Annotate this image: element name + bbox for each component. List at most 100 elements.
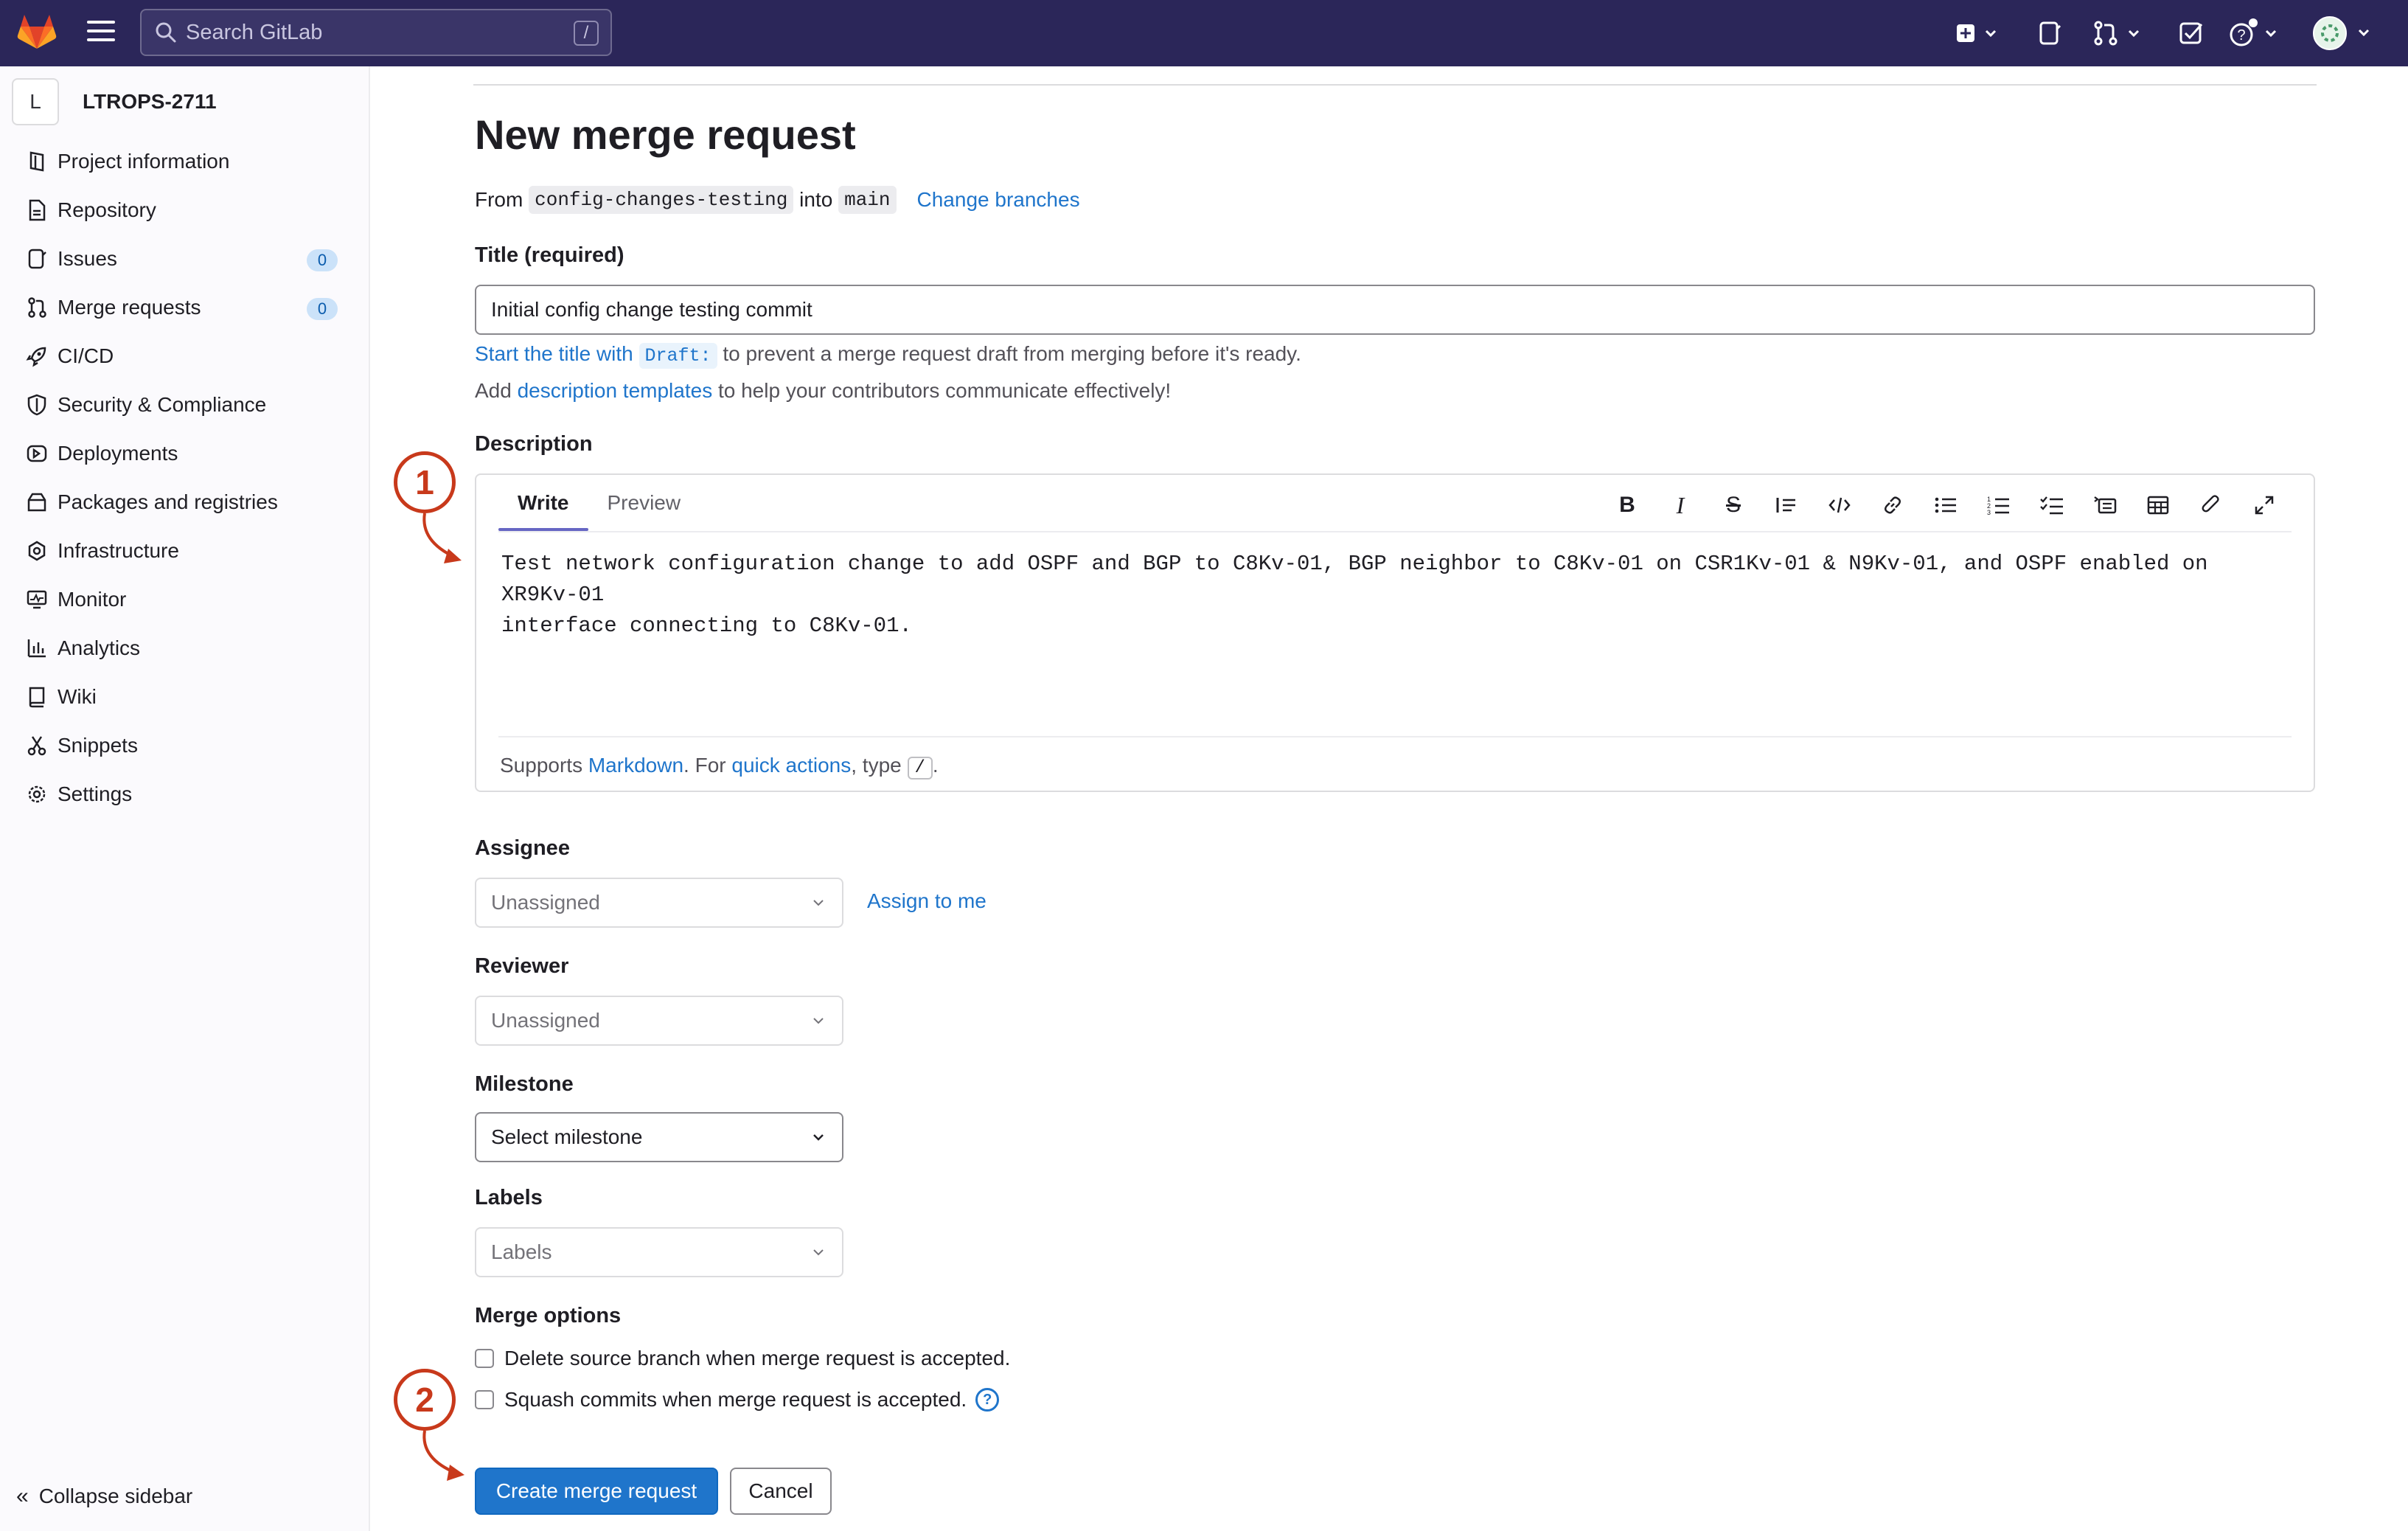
milestone-value: Select milestone	[491, 1125, 643, 1148]
link-icon[interactable]	[1879, 491, 1907, 519]
deployments-icon	[25, 442, 49, 465]
svg-text:3: 3	[1987, 509, 1991, 515]
sidebar-item-project-information[interactable]: Project information	[0, 137, 369, 186]
avatar	[2313, 16, 2370, 50]
assignee-dropdown[interactable]: Unassigned	[475, 878, 843, 928]
sidebar-item-deployments[interactable]: Deployments	[0, 429, 369, 478]
quote-icon[interactable]	[1772, 491, 1800, 519]
table-icon[interactable]	[2144, 491, 2172, 519]
sidebar-item-infrastructure[interactable]: Infrastructure	[0, 527, 369, 575]
source-branch: config-changes-testing	[529, 186, 794, 214]
sidebar-item-label: Repository	[58, 198, 156, 221]
help-icon: ?	[2230, 18, 2277, 46]
quick-actions-link[interactable]: quick actions	[731, 754, 851, 777]
user-avatar-dropdown[interactable]	[2312, 16, 2379, 50]
sidebar-item-label: Issues	[58, 247, 117, 270]
gear-icon	[25, 782, 49, 806]
sidebar-item-repository[interactable]: Repository	[0, 186, 369, 235]
tab-write[interactable]: Write	[498, 482, 588, 531]
task-list-icon[interactable]	[2038, 491, 2066, 519]
sidebar-item-wiki[interactable]: Wiki	[0, 673, 369, 721]
merge-request-icon	[25, 296, 49, 319]
sidebar-item-cicd[interactable]: CI/CD	[0, 332, 369, 381]
squash-commits-checkbox[interactable]	[475, 1390, 494, 1409]
bullet-list-icon[interactable]	[1932, 491, 1960, 519]
sidebar-item-snippets[interactable]: Snippets	[0, 721, 369, 770]
labels-dropdown[interactable]: Labels	[475, 1227, 843, 1277]
scissors-icon	[25, 734, 49, 757]
reviewer-label: Reviewer	[475, 954, 569, 978]
fullscreen-icon[interactable]	[2250, 491, 2278, 519]
issues-count-badge: 0	[307, 249, 338, 271]
tab-preview[interactable]: Preview	[588, 482, 700, 531]
description-templates-link[interactable]: description templates	[518, 379, 713, 402]
into-label: into	[799, 188, 833, 211]
project-header[interactable]: L LTROPS-2711	[12, 78, 217, 125]
markdown-link[interactable]: Markdown	[588, 754, 683, 777]
project-name: LTROPS-2711	[83, 90, 217, 113]
title-input[interactable]: Initial config change testing commit	[475, 285, 2315, 335]
sidebar-item-label: Snippets	[58, 734, 138, 757]
editor-tabs: Write Preview	[498, 482, 700, 531]
draft-code: Draft:	[638, 343, 717, 369]
sidebar-item-label: Merge requests	[58, 296, 201, 319]
monitor-icon	[25, 588, 49, 611]
todos-topbar-button[interactable]	[2176, 16, 2206, 50]
gitlab-logo-icon[interactable]	[16, 10, 58, 52]
chart-icon	[25, 636, 49, 660]
annotation-marker-2: 2	[394, 1369, 456, 1431]
create-merge-request-button[interactable]: Create merge request	[475, 1468, 718, 1515]
shield-icon	[25, 393, 49, 417]
sidebar-item-settings[interactable]: Settings	[0, 770, 369, 819]
create-new-dropdown[interactable]	[1954, 16, 2005, 50]
delete-branch-checkbox[interactable]	[475, 1349, 494, 1368]
templates-hint: Add description templates to help your c…	[475, 379, 1171, 403]
squash-commits-option: Squash commits when merge request is acc…	[475, 1388, 1000, 1412]
title-label: Title (required)	[475, 243, 624, 267]
sidebar-item-merge-requests[interactable]: Merge requests 0	[0, 283, 369, 332]
double-chevron-left-icon: «	[16, 1484, 29, 1508]
change-branches-link[interactable]: Change branches	[917, 188, 1080, 212]
markdown-hint: Supports Markdown. For quick actions, ty…	[500, 754, 939, 780]
collapse-sidebar-button[interactable]: « Collapse sidebar	[16, 1484, 192, 1509]
book-icon	[25, 685, 49, 709]
code-icon[interactable]	[1826, 491, 1854, 519]
annotation-arrow-1	[422, 513, 462, 563]
top-navbar: Search GitLab / ?	[0, 0, 2408, 66]
chevron-down-icon	[813, 1134, 824, 1141]
attach-file-icon[interactable]	[2197, 491, 2225, 519]
bold-icon[interactable]: B	[1613, 491, 1641, 519]
cancel-button[interactable]: Cancel	[730, 1468, 832, 1515]
package-icon	[25, 490, 49, 514]
sidebar-item-packages-registries[interactable]: Packages and registries	[0, 478, 369, 527]
target-branch: main	[838, 186, 897, 214]
milestone-dropdown[interactable]: Select milestone	[475, 1112, 843, 1162]
merge-requests-topbar-dropdown[interactable]	[2091, 16, 2150, 50]
merge-options-label: Merge options	[475, 1304, 622, 1327]
sidebar-item-issues[interactable]: Issues 0	[0, 235, 369, 283]
reviewer-dropdown[interactable]: Unassigned	[475, 996, 843, 1046]
search-box[interactable]: Search GitLab /	[140, 9, 612, 56]
sidebar-item-analytics[interactable]: Analytics	[0, 624, 369, 673]
draft-hint-text: to prevent a merge request draft from me…	[723, 342, 1301, 365]
templates-pre: Add	[475, 379, 512, 402]
help-topbar-dropdown[interactable]: ?	[2227, 16, 2286, 50]
slash-key: /	[907, 757, 933, 780]
strikethrough-icon[interactable]: S	[1719, 491, 1747, 519]
reviewer-value: Unassigned	[491, 1009, 600, 1032]
sidebar-item-security-compliance[interactable]: Security & Compliance	[0, 381, 369, 429]
cloud-gear-icon	[25, 539, 49, 563]
assign-to-me-link[interactable]: Assign to me	[867, 889, 986, 913]
labels-value: Labels	[491, 1240, 552, 1263]
sidebar-item-monitor[interactable]: Monitor	[0, 575, 369, 624]
issues-topbar-button[interactable]	[2035, 16, 2064, 50]
italic-icon[interactable]: I	[1666, 491, 1694, 519]
search-placeholder: Search GitLab	[186, 20, 323, 44]
draft-hint-link[interactable]: Start the title with Draft:	[475, 342, 717, 369]
description-textarea[interactable]: Test network configuration change to add…	[501, 549, 2293, 642]
search-icon	[156, 22, 176, 43]
menu-hamburger-icon[interactable]	[87, 21, 115, 44]
question-mark-icon[interactable]: ?	[975, 1388, 1000, 1412]
collapsible-section-icon[interactable]	[2091, 491, 2119, 519]
numbered-list-icon[interactable]: 123	[1985, 491, 2013, 519]
